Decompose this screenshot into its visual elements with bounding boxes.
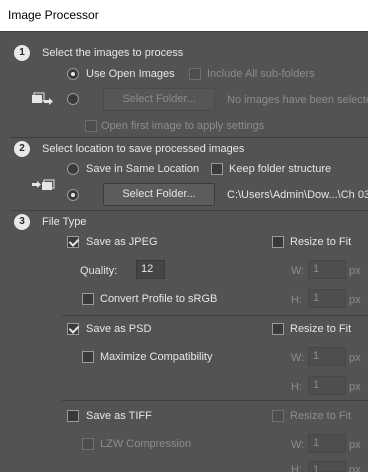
- maximize-compatibility-checkbox[interactable]: [82, 351, 94, 363]
- save-as-tiff-checkbox[interactable]: [67, 410, 79, 422]
- psd-tiff-divider: [62, 400, 368, 401]
- tiff-height-label: H:: [291, 464, 302, 472]
- tiff-width-unit: px: [349, 439, 361, 451]
- psd-resize-label[interactable]: Resize to Fit: [290, 322, 351, 336]
- select-source-folder-button[interactable]: Select Folder...: [103, 88, 215, 111]
- save-as-jpeg-checkbox[interactable]: [67, 236, 79, 248]
- psd-height-input[interactable]: 1: [308, 376, 346, 395]
- jpeg-height-label: H:: [291, 294, 302, 306]
- quality-label: Quality:: [80, 265, 118, 277]
- select-destination-radio[interactable]: [67, 189, 79, 201]
- lzw-compression-label: LZW Compression: [100, 438, 192, 450]
- tiff-width-label: W:: [291, 439, 305, 451]
- maximize-compatibility-label[interactable]: Maximize Compatibility: [100, 350, 212, 364]
- select-folder-radio[interactable]: [67, 93, 79, 105]
- tiff-height-unit: px: [349, 464, 361, 472]
- tiff-width-input[interactable]: 1: [308, 434, 346, 453]
- save-as-psd-checkbox[interactable]: [67, 323, 79, 335]
- psd-height-label: H:: [291, 381, 302, 393]
- select-destination-folder-button[interactable]: Select Folder...: [103, 183, 215, 206]
- images-to-folder-icon: [31, 92, 55, 108]
- jpeg-psd-divider: [62, 315, 368, 316]
- include-subfolders-label: Include All sub-folders: [207, 68, 315, 80]
- section-3-badge: 3: [14, 214, 30, 230]
- use-open-images-label[interactable]: Use Open Images: [86, 67, 175, 81]
- destination-path: C:\Users\Admin\Dow...\Ch 03: [227, 189, 368, 201]
- quality-input[interactable]: 12: [136, 260, 165, 279]
- save-same-location-radio[interactable]: [67, 163, 79, 175]
- convert-srgb-checkbox[interactable]: [82, 293, 94, 305]
- section-divider-1: [10, 137, 368, 138]
- save-same-location-label[interactable]: Save in Same Location: [86, 162, 199, 176]
- save-as-psd-label[interactable]: Save as PSD: [86, 322, 151, 336]
- psd-width-unit: px: [349, 352, 361, 364]
- save-as-tiff-label[interactable]: Save as TIFF: [86, 409, 152, 423]
- section-2-badge: 2: [14, 141, 30, 157]
- folder-to-images-icon: [31, 177, 55, 193]
- psd-height-unit: px: [349, 381, 361, 393]
- include-subfolders-checkbox[interactable]: [189, 68, 201, 80]
- open-first-image-label: Open first image to apply settings: [101, 120, 265, 132]
- no-images-status: No images have been selected: [227, 94, 368, 106]
- window-title: Image Processor: [0, 0, 368, 31]
- convert-srgb-label[interactable]: Convert Profile to sRGB: [100, 292, 217, 306]
- tiff-height-input[interactable]: 1: [308, 461, 346, 472]
- open-first-image-checkbox[interactable]: [85, 120, 97, 132]
- use-open-images-radio[interactable]: [67, 68, 79, 80]
- jpeg-resize-checkbox[interactable]: [272, 236, 284, 248]
- psd-width-label: W:: [291, 352, 305, 364]
- section-2-title: Select location to save processed images: [42, 143, 245, 155]
- tiff-resize-label: Resize to Fit: [290, 410, 352, 422]
- section-divider-2: [10, 210, 368, 211]
- jpeg-resize-label[interactable]: Resize to Fit: [290, 235, 351, 249]
- jpeg-width-input[interactable]: 1: [308, 260, 346, 279]
- psd-resize-checkbox[interactable]: [272, 323, 284, 335]
- lzw-compression-checkbox[interactable]: [82, 438, 94, 450]
- save-as-jpeg-label[interactable]: Save as JPEG: [86, 235, 158, 249]
- keep-folder-structure-checkbox[interactable]: [211, 163, 223, 175]
- jpeg-width-label: W:: [291, 265, 305, 277]
- psd-width-input[interactable]: 1: [308, 347, 346, 366]
- keep-folder-structure-label[interactable]: Keep folder structure: [229, 162, 331, 176]
- section-1-title: Select the images to process: [42, 47, 184, 59]
- tiff-resize-checkbox[interactable]: [272, 410, 284, 422]
- jpeg-height-unit: px: [349, 294, 361, 306]
- jpeg-height-input[interactable]: 1: [308, 289, 346, 308]
- jpeg-width-unit: px: [349, 265, 361, 277]
- titlebar-border: [0, 31, 368, 32]
- section-1-badge: 1: [14, 45, 30, 61]
- section-3-title: File Type: [42, 216, 87, 228]
